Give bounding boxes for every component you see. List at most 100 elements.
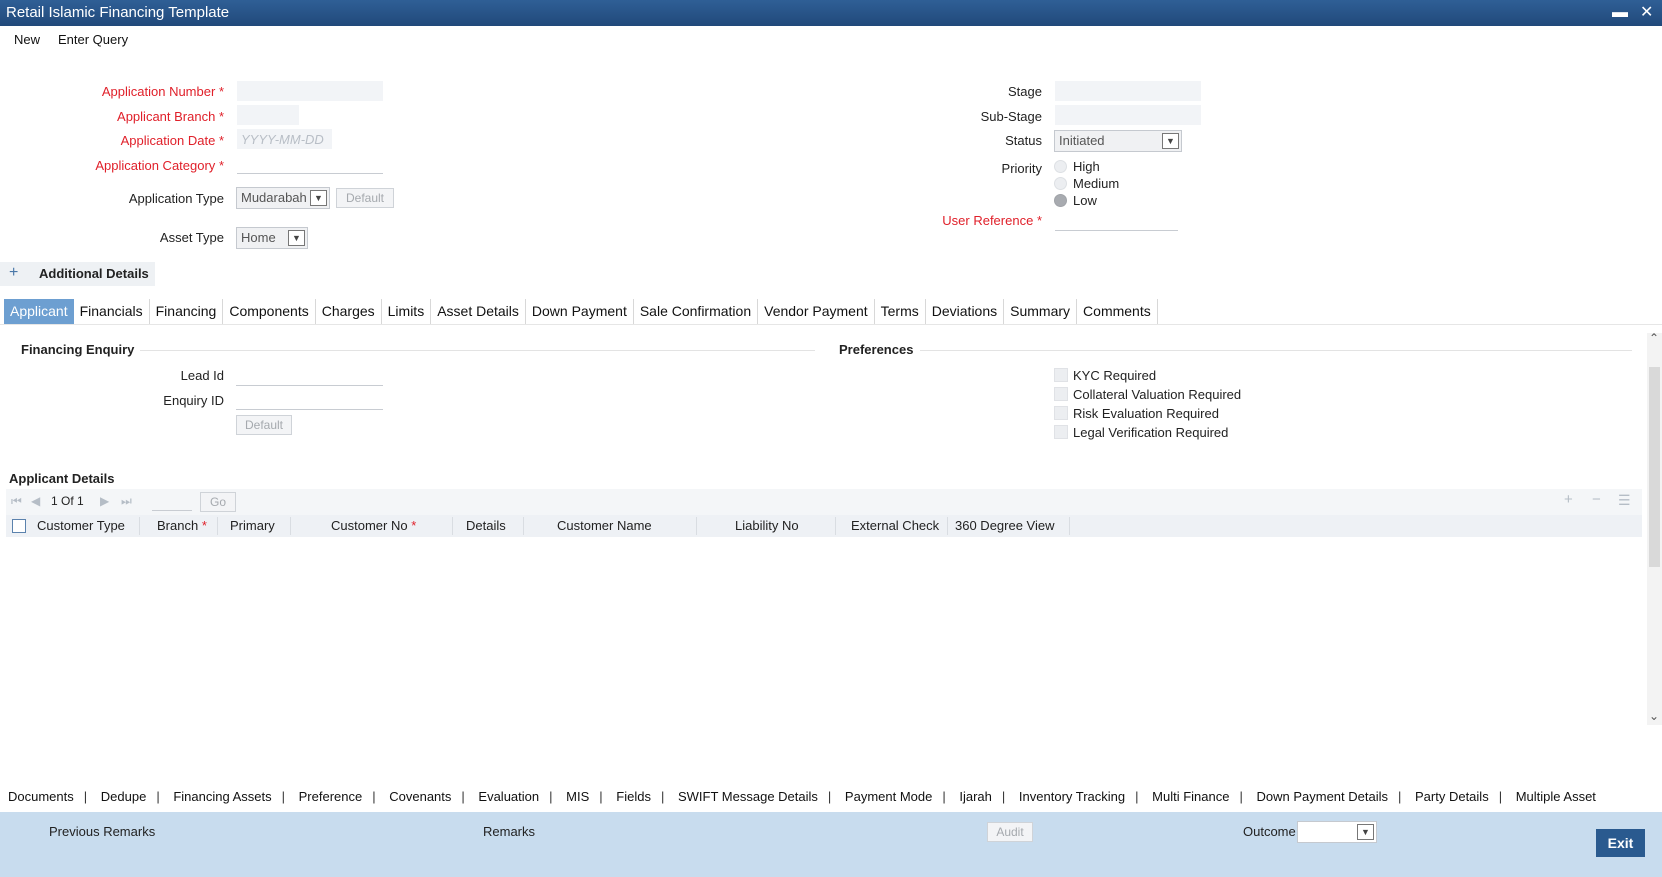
column-divider [523, 517, 524, 535]
stage-field[interactable] [1055, 81, 1201, 101]
collateral-valuation-required-checkbox[interactable] [1054, 387, 1068, 401]
tab-charges[interactable]: Charges [316, 299, 382, 324]
chevron-down-icon: ▼ [1162, 133, 1179, 149]
tab-summary[interactable]: Summary [1004, 299, 1078, 324]
scroll-up-icon[interactable]: ⌃ [1649, 331, 1659, 345]
priority-medium-radio[interactable] [1054, 177, 1067, 190]
preferences-title: Preferences [839, 342, 914, 357]
priority-low-radio[interactable] [1054, 194, 1067, 207]
link-evaluation[interactable]: Evaluation [478, 789, 539, 804]
link-ijarah[interactable]: Ijarah [959, 789, 992, 804]
select-all-checkbox[interactable] [12, 519, 26, 533]
column-header[interactable]: 360 Degree View [955, 518, 1055, 533]
application-date-label: Application Date * [120, 133, 224, 148]
link-inventory-tracking[interactable]: Inventory Tracking [1019, 789, 1125, 804]
sub-stage-field[interactable] [1055, 105, 1201, 125]
application-number-field[interactable] [237, 81, 383, 101]
tab-asset-details[interactable]: Asset Details [431, 299, 526, 324]
link-covenants[interactable]: Covenants [389, 789, 451, 804]
tab-applicant[interactable]: Applicant [4, 299, 74, 324]
link-fields[interactable]: Fields [616, 789, 651, 804]
tab-limits[interactable]: Limits [382, 299, 432, 324]
risk-evaluation-required-label: Risk Evaluation Required [1073, 406, 1219, 421]
status-label: Status [1005, 133, 1042, 148]
additional-details-label: Additional Details [39, 266, 149, 281]
window-title: Retail Islamic Financing Template [6, 4, 230, 21]
remarks-label[interactable]: Remarks [483, 824, 535, 839]
outcome-select[interactable]: ▼ [1297, 821, 1377, 843]
tab-components[interactable]: Components [223, 299, 316, 324]
tab-vendor-payment[interactable]: Vendor Payment [758, 299, 875, 324]
asset-type-label: Asset Type [159, 230, 224, 245]
tab-deviations[interactable]: Deviations [926, 299, 1005, 324]
tab-terms[interactable]: Terms [875, 299, 926, 324]
priority-label: Priority [1001, 161, 1042, 176]
tab-down-payment[interactable]: Down Payment [526, 299, 634, 324]
column-header[interactable]: Customer Type [37, 518, 125, 533]
new-menu-item[interactable]: New [14, 32, 40, 47]
column-header[interactable]: External Check [851, 518, 939, 533]
link-multi-finance[interactable]: Multi Finance [1152, 789, 1229, 804]
application-category-field[interactable] [237, 154, 383, 174]
link-multiple-asset[interactable]: Multiple Asset [1516, 789, 1596, 804]
link-payment-mode[interactable]: Payment Mode [845, 789, 932, 804]
enter-query-menu-item[interactable]: Enter Query [58, 32, 128, 47]
previous-page-icon[interactable]: ◀ [31, 494, 40, 508]
column-header[interactable]: Branch * [157, 518, 207, 533]
next-page-icon[interactable]: ▶ [100, 494, 109, 508]
link-down-payment-details[interactable]: Down Payment Details [1256, 789, 1388, 804]
column-header[interactable]: Customer Name [557, 518, 652, 533]
application-type-select[interactable]: Mudarabah ▼ [236, 187, 330, 209]
last-page-icon[interactable]: ⏭ [121, 494, 132, 509]
sub-stage-label: Sub-Stage [980, 109, 1042, 124]
kyc-required-checkbox[interactable] [1054, 368, 1068, 382]
tab-financing[interactable]: Financing [150, 299, 224, 324]
link-mis[interactable]: MIS [566, 789, 589, 804]
enquiry-default-button[interactable]: Default [236, 415, 292, 435]
additional-details-toggle[interactable]: + Additional Details [0, 262, 155, 286]
applicant-branch-field[interactable] [237, 105, 299, 125]
application-type-label: Application Type [128, 191, 224, 206]
grid-header: Customer Type Branch * Primary Customer … [6, 515, 1642, 537]
link-swift-message-details[interactable]: SWIFT Message Details [678, 789, 818, 804]
go-button[interactable]: Go [200, 492, 236, 512]
priority-high-radio[interactable] [1054, 160, 1067, 173]
scrollbar-thumb[interactable] [1649, 367, 1660, 567]
column-header[interactable]: Primary [230, 518, 275, 533]
link-preference[interactable]: Preference [299, 789, 363, 804]
user-reference-field[interactable] [1055, 211, 1178, 231]
delete-row-icon[interactable]: − [1592, 491, 1601, 508]
link-party-details[interactable]: Party Details [1415, 789, 1489, 804]
exit-button[interactable]: Exit [1596, 829, 1645, 857]
close-icon[interactable]: ✕ [1640, 0, 1653, 26]
status-select[interactable]: Initiated ▼ [1054, 130, 1182, 152]
minimize-icon[interactable]: ▬ [1612, 0, 1628, 26]
chevron-down-icon: ▼ [310, 190, 327, 206]
column-header[interactable]: Liability No [735, 518, 799, 533]
application-type-default-button[interactable]: Default [336, 188, 394, 208]
link-financing-assets[interactable]: Financing Assets [173, 789, 271, 804]
link-dedupe[interactable]: Dedupe [101, 789, 147, 804]
lead-id-field[interactable] [236, 366, 383, 386]
vertical-scrollbar[interactable]: ⌃ ⌄ [1647, 331, 1662, 725]
column-header[interactable]: Customer No * [331, 518, 416, 533]
applicant-branch-label: Applicant Branch * [117, 109, 224, 124]
legal-verification-required-checkbox[interactable] [1054, 425, 1068, 439]
single-view-icon[interactable]: ☰ [1618, 492, 1631, 509]
risk-evaluation-required-checkbox[interactable] [1054, 406, 1068, 420]
page-number-input[interactable] [152, 492, 192, 511]
first-page-icon[interactable]: ⏮ [11, 494, 22, 509]
application-date-field[interactable] [237, 129, 332, 149]
previous-remarks-label[interactable]: Previous Remarks [49, 824, 155, 839]
tab-financials[interactable]: Financials [74, 299, 150, 324]
asset-type-select[interactable]: Home ▼ [236, 227, 308, 249]
tab-sale-confirmation[interactable]: Sale Confirmation [634, 299, 759, 324]
scroll-down-icon[interactable]: ⌄ [1649, 709, 1659, 723]
enquiry-id-field[interactable] [236, 390, 383, 410]
tab-comments[interactable]: Comments [1077, 299, 1158, 324]
column-header[interactable]: Details [466, 518, 506, 533]
link-documents[interactable]: Documents [8, 789, 74, 804]
collateral-valuation-required-label: Collateral Valuation Required [1073, 387, 1242, 402]
add-row-icon[interactable]: + [1564, 491, 1573, 508]
audit-button[interactable]: Audit [987, 822, 1033, 842]
